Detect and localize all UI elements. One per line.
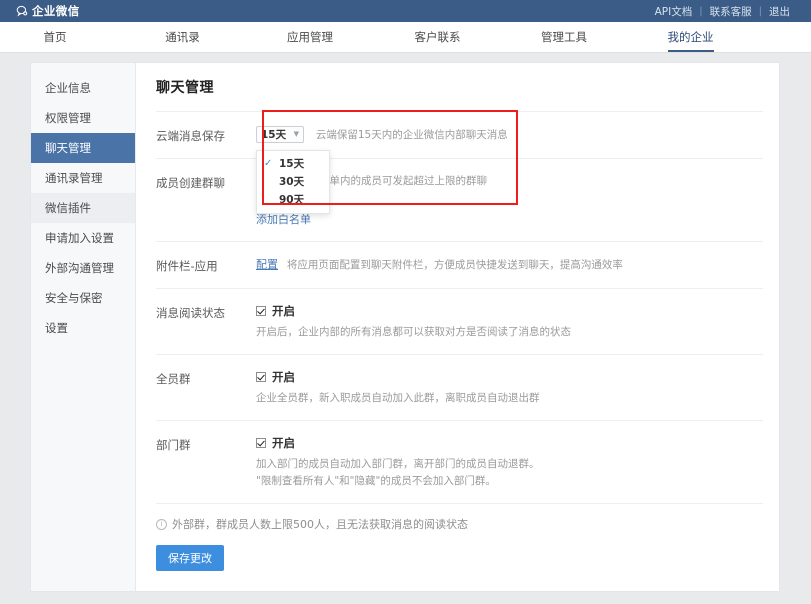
group-create-body: 设置后，仅白名单内的成员可发起超过上限的群聊 添加白名单 xyxy=(256,173,763,227)
settings-content: 聊天管理 云端消息保存 15天 ▼ ✓ 15天 30天 90天 云端保留15天内… xyxy=(136,63,779,591)
top-bar: 企业微信 API文档 | 联系客服 | 退出 xyxy=(0,0,811,22)
cloud-storage-label: 云端消息保存 xyxy=(156,129,225,143)
read-status-body: 开启 开启后，企业内部的所有消息都可以获取对方是否阅读了消息的状态 xyxy=(256,303,763,340)
contact-support-link[interactable]: 联系客服 xyxy=(703,4,759,19)
row-attachment-app: 附件栏-应用 配置 将应用页面配置到聊天附件栏，方便成员快捷发送到聊天，提高沟通… xyxy=(156,241,763,288)
sidebar-item-settings[interactable]: 设置 xyxy=(31,313,135,343)
settings-sidebar: 企业信息 权限管理 聊天管理 通讯录管理 微信插件 申请加入设置 外部沟通管理 … xyxy=(31,63,136,591)
sidebar-item-permission-management[interactable]: 权限管理 xyxy=(31,103,135,133)
nav-tab-contacts[interactable]: 通讯录 xyxy=(120,22,245,52)
department-group-body: 开启 加入部门的成员自动加入部门群，离开部门的成员自动退群。 "限制查看所有人"… xyxy=(256,435,763,489)
add-whitelist-link[interactable]: 添加白名单 xyxy=(256,211,763,227)
check-icon: ✓ xyxy=(264,158,273,169)
external-group-note-text: 外部群，群成员人数上限500人，且无法获取消息的阅读状态 xyxy=(172,518,468,531)
row-all-staff-group: 全员群 开启 企业全员群，新入职成员自动加入此群，离职成员自动退出群 xyxy=(156,354,763,420)
dropdown-option-90-days[interactable]: 90天 xyxy=(257,191,329,209)
api-doc-link[interactable]: API文档 xyxy=(648,4,700,19)
chevron-down-icon: ▼ xyxy=(293,130,299,138)
all-staff-group-checkbox[interactable] xyxy=(256,372,266,382)
read-status-label: 消息阅读状态 xyxy=(156,306,225,320)
cloud-storage-description: 云端保留15天内的企业微信内部聊天消息 xyxy=(315,128,508,141)
cloud-storage-select-wrap: 15天 ▼ ✓ 15天 30天 90天 xyxy=(256,126,330,214)
sidebar-item-join-request-settings[interactable]: 申请加入设置 xyxy=(31,223,135,253)
all-staff-group-toggle-line: 开启 xyxy=(256,369,763,385)
department-group-checkbox[interactable] xyxy=(256,438,266,448)
page-title: 聊天管理 xyxy=(156,80,214,96)
all-staff-group-body: 开启 企业全员群，新入职成员自动加入此群，离职成员自动退出群 xyxy=(256,369,763,406)
department-group-toggle-line: 开启 xyxy=(256,435,763,451)
dropdown-option-15-days[interactable]: ✓ 15天 xyxy=(257,155,329,173)
cloud-storage-body: 15天 ▼ ✓ 15天 30天 90天 云端保留15天内的企业微信内部聊天消息 xyxy=(256,126,763,214)
all-staff-group-toggle-label: 开启 xyxy=(272,370,295,384)
info-circle-icon: i xyxy=(156,518,167,530)
dropdown-option-15-days-label: 15天 xyxy=(279,158,305,170)
department-group-label: 部门群 xyxy=(156,438,191,452)
read-status-toggle-label: 开启 xyxy=(272,304,295,318)
row-cloud-storage: 云端消息保存 15天 ▼ ✓ 15天 30天 90天 云端保留15天内的企业微信… xyxy=(156,111,763,214)
all-staff-group-description: 企业全员群，新入职成员自动加入此群，离职成员自动退出群 xyxy=(256,392,540,404)
sidebar-item-external-communication[interactable]: 外部沟通管理 xyxy=(31,253,135,283)
sidebar-item-contacts-management[interactable]: 通讯录管理 xyxy=(31,163,135,193)
external-group-note: i 外部群，群成员人数上限500人，且无法获取消息的阅读状态 xyxy=(156,503,763,532)
row-department-group: 部门群 开启 加入部门的成员自动加入部门群，离开部门的成员自动退群。 "限制查看… xyxy=(156,420,763,503)
sidebar-item-chat-management[interactable]: 聊天管理 xyxy=(31,133,135,163)
department-group-description-line1: 加入部门的成员自动加入部门群，离开部门的成员自动退群。 xyxy=(256,458,540,470)
read-status-toggle-line: 开启 xyxy=(256,303,763,319)
dropdown-option-30-days-label: 30天 xyxy=(279,176,305,188)
read-status-checkbox[interactable] xyxy=(256,306,266,316)
nav-tab-my-company[interactable]: 我的企业 xyxy=(628,22,753,52)
sidebar-item-security-privacy[interactable]: 安全与保密 xyxy=(31,283,135,313)
department-group-toggle-label: 开启 xyxy=(272,436,295,450)
save-changes-button[interactable]: 保存更改 xyxy=(156,545,224,571)
all-staff-group-label: 全员群 xyxy=(156,372,191,386)
cloud-storage-select[interactable]: 15天 ▼ xyxy=(256,126,304,143)
row-group-create: 成员创建群聊 设置后，仅白名单内的成员可发起超过上限的群聊 添加白名单 xyxy=(156,158,763,241)
main-navigation: 首页 通讯录 应用管理 客户联系 管理工具 我的企业 xyxy=(0,22,811,53)
nav-tab-app-management[interactable]: 应用管理 xyxy=(245,22,375,52)
attachment-app-label: 附件栏-应用 xyxy=(156,259,218,273)
cloud-storage-selected-value: 15天 xyxy=(261,129,287,141)
cloud-storage-dropdown[interactable]: ✓ 15天 30天 90天 xyxy=(256,150,330,214)
sidebar-item-wechat-plugin[interactable]: 微信插件 xyxy=(31,193,135,223)
group-create-label: 成员创建群聊 xyxy=(156,176,225,190)
speech-bubble-icon xyxy=(16,5,28,17)
department-group-description-line2: "限制查看所有人"和"隐藏"的成员不会加入部门群。 xyxy=(256,475,496,487)
dropdown-option-90-days-label: 90天 xyxy=(279,194,305,206)
row-read-status: 消息阅读状态 开启 开启后，企业内部的所有消息都可以获取对方是否阅读了消息的状态 xyxy=(156,288,763,354)
nav-tab-home[interactable]: 首页 xyxy=(0,22,120,52)
dropdown-option-30-days[interactable]: 30天 xyxy=(257,173,329,191)
nav-tab-admin-tools[interactable]: 管理工具 xyxy=(500,22,628,52)
brand-label: 企业微信 xyxy=(32,4,80,18)
nav-tab-customer-contact[interactable]: 客户联系 xyxy=(375,22,500,52)
attachment-app-body: 配置 将应用页面配置到聊天附件栏，方便成员快捷发送到聊天，提高沟通效率 xyxy=(256,256,763,274)
top-bar-links: API文档 | 联系客服 | 退出 xyxy=(648,4,797,19)
brand-logo[interactable]: 企业微信 xyxy=(16,3,80,19)
logout-link[interactable]: 退出 xyxy=(762,4,797,19)
sidebar-item-company-info[interactable]: 企业信息 xyxy=(31,73,135,103)
configure-link[interactable]: 配置 xyxy=(256,258,278,271)
attachment-app-description: 将应用页面配置到聊天附件栏，方便成员快捷发送到聊天，提高沟通效率 xyxy=(286,258,623,271)
nav-tab-list: 首页 通讯录 应用管理 客户联系 管理工具 我的企业 xyxy=(0,22,811,52)
read-status-description: 开启后，企业内部的所有消息都可以获取对方是否阅读了消息的状态 xyxy=(256,326,571,338)
page-card: 企业信息 权限管理 聊天管理 通讯录管理 微信插件 申请加入设置 外部沟通管理 … xyxy=(30,62,780,592)
